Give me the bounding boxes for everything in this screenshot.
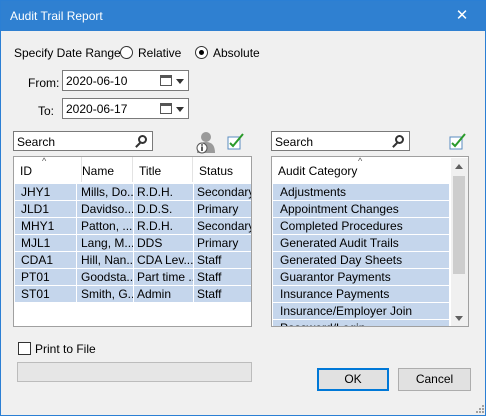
resize-grip-icon[interactable] <box>473 404 485 416</box>
date-range-label: Specify Date Range <box>14 46 121 60</box>
table-cell: Goodsta... <box>81 270 133 284</box>
column-header-title[interactable]: Title <box>133 157 193 182</box>
table-cell: Patton, ... <box>81 219 133 233</box>
users-search-input[interactable]: Search <box>13 131 153 151</box>
table-cell: Hill, Nan... <box>81 253 133 267</box>
list-item[interactable]: Completed Procedures <box>273 218 449 234</box>
column-header-audit-category[interactable]: ^ Audit Category <box>272 157 451 182</box>
list-item[interactable]: Insurance/Employer Join <box>273 303 449 319</box>
table-cell: CDA1 <box>21 253 54 267</box>
close-icon[interactable]: ✕ <box>439 1 485 31</box>
table-cell: MHY1 <box>21 219 55 233</box>
progress-bar <box>17 362 252 382</box>
column-divider <box>76 184 77 303</box>
table-cell: ST01 <box>21 287 50 301</box>
column-header-id-label: ID <box>20 164 32 178</box>
from-label: From: <box>28 76 60 90</box>
calendar-icon[interactable] <box>160 103 172 114</box>
list-item-label: Adjustments <box>280 185 347 199</box>
table-cell: DDS <box>137 236 163 250</box>
table-cell: MJL1 <box>21 236 51 250</box>
table-cell: R.D.H. <box>137 185 173 199</box>
categories-scrollbar[interactable] <box>451 158 468 326</box>
absolute-radio[interactable] <box>195 46 208 59</box>
select-all-check-icon[interactable] <box>449 132 467 150</box>
search-icon[interactable] <box>395 135 404 144</box>
table-cell: Lang, M... <box>81 236 133 250</box>
scroll-down-arrow-icon[interactable] <box>455 316 463 321</box>
absolute-radio-label[interactable]: Absolute <box>213 46 260 60</box>
list-item[interactable]: Password/Login <box>273 320 449 326</box>
table-cell: Secondary <box>197 185 252 199</box>
table-cell: Staff <box>197 287 222 301</box>
list-item[interactable]: Generated Day Sheets <box>273 252 449 268</box>
chevron-down-icon[interactable] <box>176 79 184 84</box>
table-cell: Secondary <box>197 219 252 233</box>
list-item-label: Guarantor Payments <box>280 270 391 284</box>
ok-button[interactable]: OK <box>317 368 389 391</box>
column-divider <box>193 184 194 303</box>
column-header-name-label: Name <box>82 164 115 178</box>
table-cell: Davidso... <box>81 202 133 216</box>
audit-trail-dialog: Audit Trail Report ✕ Specify Date Range … <box>0 0 486 416</box>
user-info-icon[interactable] <box>194 131 218 155</box>
table-cell: D.D.S. <box>137 202 173 216</box>
table-cell: Mills, Do... <box>81 185 133 199</box>
to-date-value: 2020-06-17 <box>66 102 128 116</box>
list-item-label: Insurance Payments <box>280 287 390 301</box>
categories-grid: ^ Audit Category Adjustments Appointment C… <box>271 156 469 327</box>
list-item-label: Completed Procedures <box>280 219 403 233</box>
cancel-button[interactable]: Cancel <box>398 368 471 391</box>
table-cell: Smith, G... <box>81 287 133 301</box>
column-divider <box>133 184 134 303</box>
list-item-label: Generated Audit Trails <box>280 236 399 250</box>
column-header-status[interactable]: Status <box>193 157 251 182</box>
select-all-check-icon[interactable] <box>227 132 245 150</box>
column-header-audit-category-label: Audit Category <box>278 164 358 178</box>
table-cell: Part time ... <box>137 270 194 284</box>
chevron-down-icon[interactable] <box>176 107 184 112</box>
categories-search-placeholder: Search <box>275 135 314 149</box>
print-to-file-checkbox[interactable] <box>18 342 31 355</box>
scrollbar-thumb[interactable] <box>453 176 465 274</box>
table-cell: JLD1 <box>21 202 50 216</box>
column-header-id[interactable]: ^ ID <box>14 157 82 182</box>
table-cell: PT01 <box>21 270 50 284</box>
list-item[interactable]: Adjustments <box>273 184 449 200</box>
list-item-label: Generated Day Sheets <box>280 253 403 267</box>
table-cell: CDA Lev... <box>137 253 194 267</box>
table-cell: Primary <box>197 202 239 216</box>
table-cell: Primary <box>197 236 239 250</box>
to-label: To: <box>38 104 55 118</box>
list-item-label: Appointment Changes <box>280 202 399 216</box>
search-icon[interactable] <box>138 135 147 144</box>
users-search-placeholder: Search <box>17 135 56 149</box>
list-item[interactable]: Guarantor Payments <box>273 269 449 285</box>
scroll-up-arrow-icon[interactable] <box>455 164 463 169</box>
relative-radio-label[interactable]: Relative <box>138 46 181 60</box>
users-grid: ^ ID Name Title Status JHY1 Mills, Do... R.… <box>13 156 252 327</box>
from-date-value: 2020-06-10 <box>66 74 128 88</box>
list-item-label: Insurance/Employer Join <box>280 304 413 318</box>
table-cell: Admin <box>137 287 172 301</box>
list-item[interactable]: Generated Audit Trails <box>273 235 449 251</box>
table-cell: R.D.H. <box>137 219 173 233</box>
window-title: Audit Trail Report <box>10 9 103 23</box>
table-cell: JHY1 <box>21 185 51 199</box>
relative-radio[interactable] <box>120 46 133 59</box>
list-item[interactable]: Insurance Payments <box>273 286 449 302</box>
column-header-name[interactable]: Name <box>76 157 133 182</box>
to-date-picker[interactable]: 2020-06-17 <box>62 98 189 119</box>
calendar-icon[interactable] <box>160 75 172 86</box>
table-cell: Staff <box>197 270 222 284</box>
list-item-label: Password/Login <box>280 321 448 326</box>
print-to-file-label[interactable]: Print to File <box>35 342 96 356</box>
from-date-picker[interactable]: 2020-06-10 <box>62 70 189 91</box>
list-item[interactable]: Appointment Changes <box>273 201 449 217</box>
table-cell: Staff <box>197 253 222 267</box>
categories-search-input[interactable]: Search <box>271 131 410 151</box>
column-header-status-label: Status <box>199 164 234 178</box>
column-header-title-label: Title <box>139 164 162 178</box>
title-bar: Audit Trail Report ✕ <box>1 1 485 31</box>
